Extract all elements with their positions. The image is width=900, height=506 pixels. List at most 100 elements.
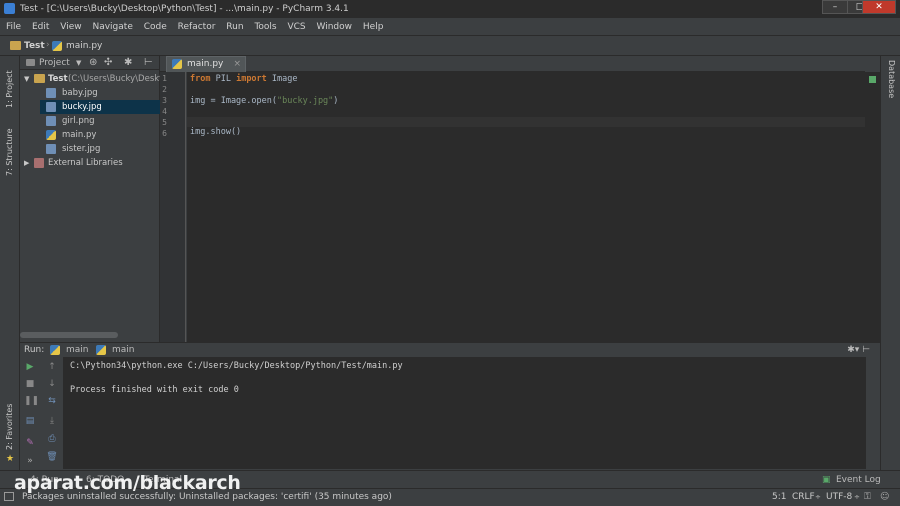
close-button[interactable]: ✕ [862, 0, 896, 14]
project-panel-header: Project ▼ ⊛ ✣ ✱ ⊢ [20, 56, 160, 70]
line-number: 5 [162, 118, 167, 127]
python-file-icon [46, 130, 56, 140]
folder-icon [34, 74, 45, 83]
tab-event-log[interactable]: Event Log [836, 471, 881, 489]
image-file-icon [46, 144, 56, 154]
trash-icon[interactable]: 🗑 [46, 451, 58, 463]
chevron-down-icon[interactable]: ▼ [76, 56, 81, 70]
lock-icon[interactable]: ⚿ [864, 489, 871, 505]
collapse-icon[interactable]: ✣ [104, 56, 112, 70]
breadcrumb-project[interactable]: Test [10, 39, 45, 53]
hide-panel-icon[interactable]: ⊢ [144, 56, 153, 70]
line-number: 2 [162, 85, 167, 94]
breadcrumb-separator: › [46, 40, 50, 50]
menu-file[interactable]: File [6, 22, 21, 32]
run-toolbar: ▶ ■ ❚❚ ▤ ✎ » ↑ ↓ ⇆ ⤓ ⎙ 🗑 [20, 357, 64, 469]
scroll-end-icon[interactable]: ⤓ [46, 415, 58, 427]
chevron-down-icon: ÷ [854, 493, 860, 501]
close-icon[interactable]: × [233, 57, 241, 71]
pause-icon[interactable]: ❚❚ [24, 395, 39, 407]
caret-position[interactable]: 5:1 [772, 489, 786, 505]
run-panel-header: Run: main main ✱▾ ⊢ [20, 342, 880, 356]
event-log-icon: ▣ [822, 475, 831, 485]
more-icon[interactable]: » [24, 455, 36, 467]
expand-arrow-icon: ▼ [24, 75, 30, 83]
left-tool-strip-lower: 2: Favorites ★ [0, 342, 20, 470]
menu-vcs[interactable]: VCS [287, 22, 305, 32]
dump-threads-icon[interactable]: ▤ [24, 415, 36, 427]
menu-edit[interactable]: Edit [32, 22, 49, 32]
left-tool-strip: 1: Project 7: Structure [0, 56, 20, 342]
settings-pin-icon[interactable]: ✎ [24, 437, 36, 449]
image-file-icon [46, 88, 56, 98]
editor-gutter: 1 2 3 4 5 6 [160, 72, 186, 342]
code-line-1: from PIL import Image [190, 74, 298, 84]
menu-tools[interactable]: Tools [254, 22, 276, 32]
tab-main-py[interactable]: main.py × [166, 56, 246, 72]
chevron-down-icon: ÷ [815, 493, 821, 501]
navigation-bar: Test › main.py main ▼ ▶ ✹ ✺ ⌕ [0, 36, 900, 89]
title-bar: Test - [C:\Users\Bucky\Desktop\Python\Te… [0, 0, 900, 18]
run-console[interactable]: C:\Python34\python.exe C:/Users/Bucky/De… [64, 357, 866, 469]
menu-bar: File Edit View Navigate Code Refactor Ru… [0, 18, 900, 36]
editor-tab-bar: main.py × [160, 56, 865, 72]
menu-help[interactable]: Help [363, 22, 384, 32]
line-separator[interactable]: CRLF [792, 489, 815, 505]
menu-code[interactable]: Code [144, 22, 167, 32]
horizontal-scrollbar[interactable] [20, 332, 118, 338]
list-item[interactable]: sister.jpg [46, 142, 160, 156]
star-icon: ★ [6, 454, 15, 464]
menu-refactor[interactable]: Refactor [178, 22, 216, 32]
console-scrollbar[interactable] [866, 357, 880, 469]
sync-icon[interactable]: ⊛ [89, 56, 97, 70]
library-icon [34, 158, 44, 168]
python-file-icon [52, 41, 62, 51]
status-ok-icon[interactable] [869, 76, 876, 83]
tab-database[interactable]: Database [887, 60, 896, 98]
list-item[interactable]: main.py [46, 128, 160, 142]
gear-icon[interactable]: ✱▾ ⊢ [847, 343, 870, 357]
inspector-icon[interactable]: ☺ [880, 489, 889, 505]
watermark: aparat.com/blackarch [14, 472, 241, 494]
python-file-icon [50, 345, 60, 355]
scroll-up-icon[interactable]: ↑ [46, 361, 58, 373]
list-item[interactable]: girl.png [46, 114, 160, 128]
expand-arrow-icon: ▶ [24, 159, 30, 167]
list-item[interactable]: baby.jpg [46, 86, 160, 100]
line-number: 4 [162, 107, 167, 116]
run-tab-1[interactable]: main [50, 343, 89, 357]
list-item-selected[interactable]: bucky.jpg [40, 100, 160, 114]
line-number: 6 [162, 129, 167, 138]
console-line: Process finished with exit code 0 [70, 385, 239, 395]
code-editor[interactable]: from PIL import Image img = Image.open("… [187, 72, 865, 342]
tab-project[interactable]: 1: Project [5, 70, 14, 108]
menu-window[interactable]: Window [317, 22, 353, 32]
run-label: Run: [24, 345, 45, 355]
line-number: 1 [162, 74, 167, 83]
toggle-tool-windows-icon[interactable] [4, 492, 14, 501]
menu-view[interactable]: View [60, 22, 81, 32]
menu-run[interactable]: Run [226, 22, 243, 32]
run-tab-2[interactable]: main [96, 343, 135, 357]
print-icon[interactable]: ⎙ [46, 433, 58, 445]
project-view-select[interactable]: Project [39, 56, 70, 70]
tree-root[interactable]: ▼ Test (C:\Users\Bucky\Desktop [24, 72, 160, 86]
tab-structure[interactable]: 7: Structure [5, 128, 14, 176]
project-panel: Project ▼ ⊛ ✣ ✱ ⊢ ▼ Test (C:\Users\Bucky… [20, 56, 160, 342]
file-encoding[interactable]: UTF-8 [826, 489, 852, 505]
scroll-down-icon[interactable]: ↓ [46, 378, 58, 390]
gear-icon[interactable]: ✱ [124, 56, 132, 70]
rerun-icon[interactable]: ▶ [24, 361, 36, 373]
code-line-6: img.show() [190, 127, 242, 137]
external-libraries[interactable]: ▶ External Libraries [24, 156, 160, 170]
soft-wrap-icon[interactable]: ⇆ [46, 395, 58, 407]
stop-icon[interactable]: ■ [24, 378, 36, 390]
current-line-highlight [187, 117, 865, 127]
code-line-3: img = Image.open("bucky.jpg") [190, 96, 339, 106]
tab-favorites[interactable]: 2: Favorites [5, 404, 14, 450]
minimize-button[interactable]: – [822, 0, 848, 14]
image-file-icon [46, 102, 56, 112]
menu-navigate[interactable]: Navigate [92, 22, 132, 32]
pycharm-logo-icon [4, 3, 15, 14]
breadcrumb-file[interactable]: main.py [52, 39, 102, 53]
